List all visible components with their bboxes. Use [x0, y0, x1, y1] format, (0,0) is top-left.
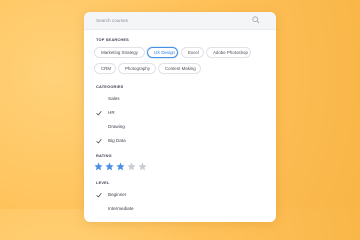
category-label: Sales	[108, 95, 120, 101]
level-label: Intermediate	[108, 205, 134, 211]
level-title: LEVEL	[96, 180, 110, 185]
category-sales[interactable]: Sales	[96, 94, 256, 104]
categories-title: CATEGORIES	[96, 84, 124, 89]
chip-ux-design[interactable]: UX Design	[147, 47, 178, 58]
chip-marketing-strategy[interactable]: Marketing Strategy	[94, 47, 145, 58]
top-searches-title: TOP SEARCHES	[96, 37, 129, 42]
level-beginner[interactable]: Beginner	[96, 190, 256, 200]
category-drawing[interactable]: Drawing	[96, 122, 256, 132]
chip-adobe-photoshop[interactable]: Adobe Photoshop	[206, 47, 251, 58]
rating-title: RATING	[96, 153, 112, 158]
star-icon[interactable]	[116, 162, 125, 171]
star-icon[interactable]	[94, 162, 103, 171]
checkmark-icon	[96, 139, 102, 144]
star-icon[interactable]	[105, 162, 114, 171]
category-label: Drawing	[108, 123, 125, 129]
checkmark-icon	[96, 111, 102, 116]
search-bar	[84, 12, 276, 30]
category-hr[interactable]: HR	[96, 108, 256, 118]
level-label: Beginner	[108, 191, 127, 197]
category-label: HR	[108, 109, 115, 115]
chip-photography[interactable]: Photography	[118, 63, 156, 74]
search-icon[interactable]	[251, 15, 261, 25]
search-input[interactable]	[96, 15, 246, 26]
chip-crm[interactable]: CRM	[94, 63, 116, 74]
filter-panel: TOP SEARCHES Marketing Strategy UX Desig…	[84, 12, 276, 222]
chip-content-making[interactable]: Content Making	[158, 63, 201, 74]
checkmark-icon	[96, 193, 102, 198]
star-icon[interactable]	[127, 162, 136, 171]
chip-excel[interactable]: Excel	[181, 47, 204, 58]
category-big-data[interactable]: Big Data	[96, 136, 256, 146]
star-icon[interactable]	[138, 162, 147, 171]
rating-stars[interactable]	[94, 162, 154, 172]
category-label: Big Data	[108, 137, 126, 143]
level-intermediate[interactable]: Intermediate	[96, 204, 256, 214]
